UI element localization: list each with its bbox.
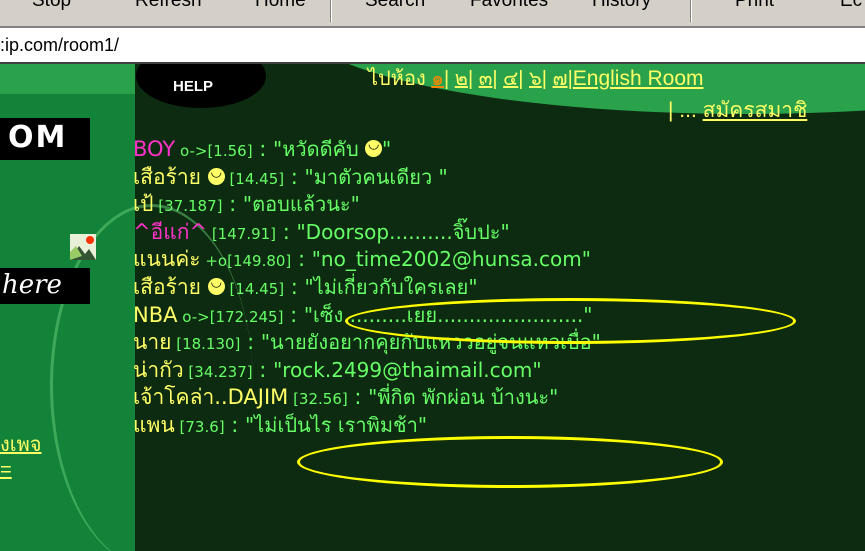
chat-separator: :	[283, 302, 304, 327]
chat-text: "no_time2002@hunsa.com"	[311, 247, 591, 272]
chat-message: เสือร้าย [14.45] : "มาตัวคนเดียว "	[133, 159, 865, 192]
toolbar-separator	[690, 0, 692, 22]
address-url[interactable]: :ip.com/room1/	[0, 35, 119, 56]
chat-nick[interactable]: น่ากัว	[133, 358, 184, 382]
print-button[interactable]: Print	[735, 0, 774, 12]
chat-nick[interactable]: เสือร้าย	[133, 165, 201, 189]
chat-message: ^อีแก่^ [147.91] : "Doorsop..........จิ๊…	[133, 219, 865, 247]
refresh-button[interactable]: Refresh	[135, 0, 202, 12]
smiley-icon	[365, 131, 383, 158]
chat-text: "มาตัวคนเดียว "	[304, 164, 448, 189]
address-bar[interactable]: :ip.com/room1/	[0, 27, 865, 64]
chat-message: BOY o->[1.56] : "หวัดดีคับ "	[133, 131, 865, 164]
chat-nick[interactable]: BOY	[133, 137, 175, 161]
chat-text: "Doorsop..........จิ๊บปะ"	[296, 219, 510, 244]
room-nav: ไปห้อง ๑| ๒| ๓| ๔| ๖| ๗|English Room	[368, 67, 704, 90]
chat-text: "ตอบแล้วนะ"	[242, 192, 360, 217]
chat-separator: :	[240, 330, 261, 355]
chat-text: "ไม่เกี่ยวกับใครเลย"	[304, 274, 478, 299]
chat-separator: :	[252, 357, 274, 382]
favorites-button[interactable]: Favorites	[470, 0, 548, 12]
room-link[interactable]: ๓	[479, 68, 493, 90]
chat-text: "หวัดดีคับ	[273, 137, 366, 161]
chat-text-end: "	[382, 137, 392, 161]
chat-separator: :	[276, 219, 297, 244]
chat-nick[interactable]: นาย	[133, 330, 171, 354]
chat-nick[interactable]: แพน	[133, 413, 175, 437]
chat-message: แนนค่ะ +o[149.80] : "no_time2002@hunsa.c…	[133, 246, 865, 274]
chat-ip: +o[149.80]	[200, 252, 292, 271]
chat-page: OM here งเพจ = HELP ไปห้อง ๑| ๒| ๓| ๔| ๖…	[0, 64, 865, 551]
smiley-icon	[207, 159, 225, 186]
home-button[interactable]: Home	[255, 0, 306, 12]
search-button[interactable]: Search	[365, 0, 425, 12]
here-label[interactable]: here	[0, 268, 90, 304]
chat-ip: [18.130]	[171, 335, 241, 354]
chat-messages: BOY o->[1.56] : "หวัดดีคับ "เสือร้าย [14…	[133, 131, 865, 440]
landscape-image-icon[interactable]	[70, 234, 96, 260]
chat-separator: :	[284, 274, 305, 299]
chat-separator: :	[284, 164, 305, 189]
highlight-oval	[297, 436, 723, 488]
logo-text: OM	[8, 120, 68, 155]
room-link[interactable]: ๑	[431, 68, 444, 90]
chat-ip: o->[172.245]	[177, 307, 284, 326]
chat-nick[interactable]: เป้	[133, 192, 154, 216]
chat-text: "ไม่เป็นไร เราพิมช้า"	[245, 412, 428, 437]
chat-ip: [14.45]	[224, 279, 285, 298]
chat-separator: :	[252, 137, 273, 161]
browser-toolbar: Stop Refresh Home Search Favorites Histo…	[0, 0, 865, 27]
history-button[interactable]: History	[592, 0, 651, 12]
left-pane-top	[0, 64, 135, 94]
chat-separator: :	[347, 385, 369, 410]
help-button[interactable]: HELP	[173, 78, 213, 95]
chat-ip: [32.56]	[288, 390, 348, 409]
smiley-icon	[207, 269, 225, 296]
chat-separator: :	[291, 247, 312, 272]
chat-message: เจ้าโคล่า..DAJIM [32.56] : "พี่กิต พักผ่…	[133, 384, 865, 412]
goto-room-label: ไปห้อง	[368, 68, 426, 90]
chat-message: เสือร้าย [14.45] : "ไม่เกี่ยวกับใครเลย"	[133, 269, 865, 302]
chat-ip: [73.6]	[174, 417, 225, 436]
chat-text: "พี่กิต พักผ่อน บ้างนะ"	[368, 385, 559, 410]
chat-nick[interactable]: ^อีแก่^	[133, 220, 207, 244]
stop-button[interactable]: Stop	[32, 0, 71, 12]
room-link[interactable]: ๖	[529, 68, 542, 90]
chat-ip: [37.187]	[153, 197, 223, 216]
room-link[interactable]: ๔	[503, 68, 518, 90]
chat-nick[interactable]: เจ้าโคล่า..DAJIM	[133, 385, 288, 409]
chat-nick[interactable]: แนนค่ะ	[133, 247, 201, 271]
chat-ip: [147.91]	[207, 224, 277, 243]
chat-message: น่ากัว [34.237] : "rock.2499@thaimail.co…	[133, 357, 865, 385]
room-link[interactable]: ๗	[553, 68, 568, 90]
register-link[interactable]: สมัครสมาชิ	[703, 99, 808, 122]
chat-ip: o->[1.56]	[175, 142, 253, 160]
chat-ip: [14.45]	[224, 169, 285, 188]
register-nav: | ... สมัครสมาชิ	[668, 94, 807, 127]
here-text[interactable]: here	[2, 270, 62, 300]
sidebar-link[interactable]: =	[0, 459, 12, 482]
english-room-link[interactable]: English Room	[573, 67, 704, 90]
highlight-oval	[345, 298, 796, 344]
chat-separator: :	[222, 192, 243, 217]
room-link[interactable]: ๒	[455, 68, 468, 90]
toolbar-separator	[330, 0, 332, 22]
nav-dots: | ...	[668, 99, 703, 122]
sidebar-link[interactable]: งเพจ	[0, 428, 42, 460]
chat-nick[interactable]: เสือร้าย	[133, 275, 201, 299]
chat-nick[interactable]: NBA	[133, 303, 177, 327]
chat-message: เป้ [37.187] : "ตอบแล้วนะ"	[133, 191, 865, 219]
logo: OM	[0, 118, 90, 160]
left-pane: OM here งเพจ =	[0, 64, 253, 551]
chat-ip: [34.237]	[183, 362, 253, 381]
chat-text: "rock.2499@thaimail.com"	[273, 357, 542, 382]
chat-separator: :	[224, 412, 246, 437]
edit-button[interactable]: Ec	[840, 0, 862, 12]
